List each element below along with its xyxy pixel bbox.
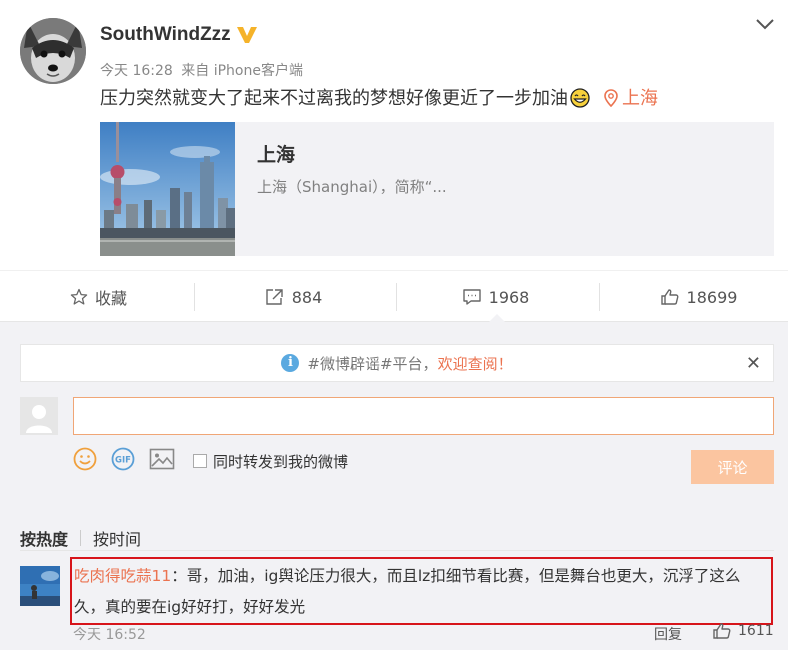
comment-icon [462,289,481,305]
source-prefix: 来自 [181,63,210,79]
post-meta: 今天 16:28 来自 iPhone客户端 [100,60,303,80]
favorite-label: 收藏 [94,289,127,308]
repost-count: 884 [291,287,323,307]
post-content: 压力突然就变大了起来不过离我的梦想好像更近了一步加油 上海 [100,86,658,116]
favorite-button[interactable]: 收藏 [0,271,197,323]
comment-time: 今天 16:52 [73,627,146,643]
forward-checkbox-row[interactable]: 同时转发到我的微博 [193,451,348,472]
chevron-down-icon[interactable] [754,16,776,36]
comment-like-count: 1611 [738,623,774,639]
commenter-name[interactable]: 吃肉得吃蒜11 [74,567,171,585]
repost-icon [266,289,283,305]
author-name[interactable]: SouthWindZzz [100,24,231,46]
card-description: 上海（Shanghai），简称“... [257,178,447,196]
submit-comment-button[interactable]: 评论 [691,450,774,484]
like-button[interactable]: 18699 [600,271,788,323]
sort-by-time-tab[interactable]: 按时间 [93,526,141,550]
current-user-avatar [20,397,58,435]
sort-divider-line [20,550,774,551]
card-title: 上海 [257,144,296,166]
notice-text: #微博辟谣#平台， [307,354,438,373]
comment-sort-tabs: 按热度 按时间 [20,526,141,550]
svg-text:GIF: GIF [115,456,131,466]
location-link[interactable]: 上海 [604,88,658,109]
composer-toolbar: GIF 同时转发到我的微博 [73,447,348,475]
thumbs-up-icon [660,289,679,305]
info-icon: i [281,354,300,372]
smiley-icon[interactable] [73,447,97,475]
sort-divider [80,530,82,546]
weibo-post: SouthWindZzz 今天 16:28 来自 iPhone客户端 压力突然就… [0,0,788,270]
sort-by-hot-tab[interactable]: 按热度 [20,526,68,550]
gif-icon[interactable]: GIF [111,447,135,475]
location-pin-icon [604,89,618,108]
author-avatar[interactable] [20,18,86,84]
comment-count: 1968 [488,287,530,307]
shanghai-skyline-image [100,122,235,256]
thumbs-up-icon [713,623,731,639]
post-time[interactable]: 今天 16:28 [100,63,173,79]
notice-link[interactable]: 欢迎查阅！ [438,353,513,374]
verified-v-icon [236,25,258,49]
rumor-notice-banner: i #微博辟谣#平台， 欢迎查阅！ ✕ [20,344,774,382]
comment-like-button[interactable]: 1611 [712,622,774,640]
location-label: 上海 [622,88,658,109]
repost-button[interactable]: 884 [195,271,392,323]
forward-checkbox[interactable] [193,454,207,468]
location-card[interactable]: 上海 上海（Shanghai），简称“... [100,122,774,256]
image-icon[interactable] [149,448,175,474]
star-icon [70,288,88,305]
post-action-bar: 收藏 884 1968 18699 [0,270,788,323]
commenter-avatar[interactable] [20,566,60,606]
grin-emoji-icon [570,88,590,116]
comment-input[interactable] [73,397,774,435]
reply-button[interactable]: 回复 [654,624,682,644]
forward-label: 同时转发到我的微博 [213,452,349,471]
comment-text: ：哥，加油，ig舆论压力很大，而且lz扣细节看比赛，但是舞台也更大，沉浮了这么久… [74,567,741,616]
post-text: 压力突然就变大了起来不过离我的梦想好像更近了一步加油 [100,88,568,109]
comment-section: i #微博辟谣#平台， 欢迎查阅！ ✕ GIF 同时转发到我的微博 评论 按热度 … [0,322,788,650]
close-icon[interactable]: ✕ [746,353,761,374]
comment-item: 吃肉得吃蒜11：哥，加油，ig舆论压力很大，而且lz扣细节看比赛，但是舞台也更大… [74,561,764,623]
post-source[interactable]: iPhone客户端 [214,63,303,79]
like-count: 18699 [686,287,738,307]
